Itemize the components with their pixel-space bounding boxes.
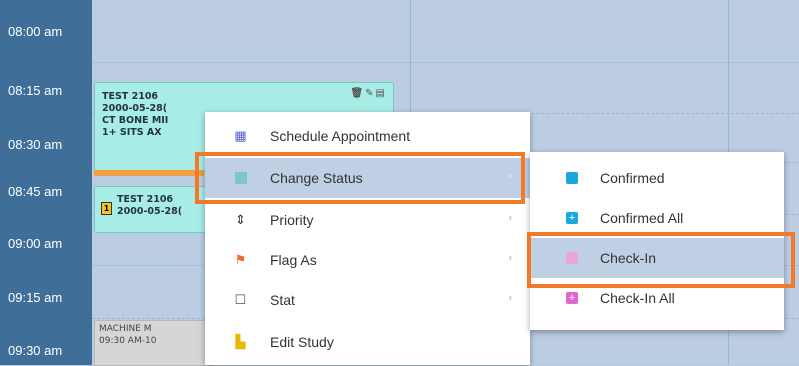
- edit-study-icon: ▙: [235, 334, 246, 349]
- appointment-date: 2000-05-28(: [102, 103, 168, 114]
- procedure-name: CT BONE MII: [102, 115, 169, 126]
- appointment-action-icons[interactable]: 🗑✎▤: [350, 88, 387, 99]
- time-column: 08:00 am 08:15 am 08:30 am 08:45 am 09:0…: [0, 0, 92, 365]
- chevron-right-icon: ›: [508, 170, 512, 182]
- menu-item-label: Schedule Appointment: [270, 128, 411, 144]
- machine-block[interactable]: MACHINE M 09:30 AM-10: [94, 320, 214, 366]
- menu-item-label: Priority: [270, 212, 314, 228]
- checkbox-icon: ☐: [234, 292, 247, 307]
- menu-item-edit-study[interactable]: ▙ Edit Study: [205, 322, 530, 362]
- menu-item-label: Stat: [270, 292, 295, 308]
- time-label: 09:30 am: [8, 343, 63, 358]
- submenu-item-confirmed-all[interactable]: + Confirmed All: [530, 198, 784, 238]
- status-submenu: Confirmed + Confirmed All Check-In + Che…: [530, 152, 784, 330]
- sort-icon: ⇕: [235, 212, 246, 227]
- chevron-right-icon: ›: [508, 292, 512, 304]
- confirmed-all-icon: +: [566, 212, 578, 224]
- checkin-all-icon: +: [566, 292, 578, 304]
- menu-item-stat[interactable]: ☐ Stat ›: [205, 280, 530, 320]
- priority-badge: 1: [101, 202, 112, 215]
- confirmed-square-icon: [566, 172, 578, 184]
- menu-item-priority[interactable]: ⇕ Priority ›: [205, 200, 530, 240]
- procedure-detail: 1+ SITS AX: [102, 127, 162, 138]
- submenu-item-label: Check-In: [600, 250, 657, 266]
- machine-time: 09:30 AM-10: [99, 336, 157, 346]
- calendar-icon: ▦: [234, 128, 247, 143]
- submenu-item-label: Confirmed All: [600, 210, 684, 226]
- appointment-date: 2000-05-28(: [117, 206, 183, 217]
- menu-item-label: Flag As: [270, 252, 317, 268]
- grid-line: [92, 62, 799, 63]
- time-label: 08:45 am: [8, 184, 63, 199]
- submenu-item-label: Check-In All: [600, 290, 675, 306]
- appointment-duration-bar: [94, 170, 204, 176]
- time-label: 09:00 am: [8, 236, 63, 251]
- machine-title: MACHINE M: [99, 324, 152, 334]
- chevron-right-icon: ›: [508, 212, 512, 224]
- menu-item-change-status[interactable]: Change Status ›: [205, 158, 530, 198]
- flag-icon: ⚑: [234, 252, 247, 267]
- submenu-item-label: Confirmed: [600, 170, 665, 186]
- time-label: 08:30 am: [8, 137, 63, 152]
- menu-item-label: Edit Study: [270, 334, 334, 350]
- chevron-right-icon: ›: [508, 252, 512, 264]
- appointment-block[interactable]: TEST 2106 2000-05-28( 1: [94, 186, 214, 233]
- menu-item-label: Change Status: [270, 170, 363, 186]
- submenu-item-check-in-all[interactable]: + Check-In All: [530, 278, 784, 318]
- patient-name: TEST 2106: [102, 91, 159, 102]
- submenu-item-confirmed[interactable]: Confirmed: [530, 158, 784, 198]
- status-square-icon: [235, 172, 247, 184]
- submenu-item-check-in[interactable]: Check-In: [530, 238, 784, 278]
- time-label: 08:00 am: [8, 24, 63, 39]
- menu-item-flag-as[interactable]: ⚑ Flag As ›: [205, 240, 530, 280]
- checkin-square-icon: [566, 252, 578, 264]
- time-label: 08:15 am: [8, 83, 63, 98]
- patient-name: TEST 2106: [117, 194, 174, 205]
- time-label: 09:15 am: [8, 290, 63, 305]
- context-menu: ▦ Schedule Appointment Change Status › ⇕…: [205, 112, 530, 365]
- menu-item-schedule-appointment[interactable]: ▦ Schedule Appointment: [205, 116, 530, 156]
